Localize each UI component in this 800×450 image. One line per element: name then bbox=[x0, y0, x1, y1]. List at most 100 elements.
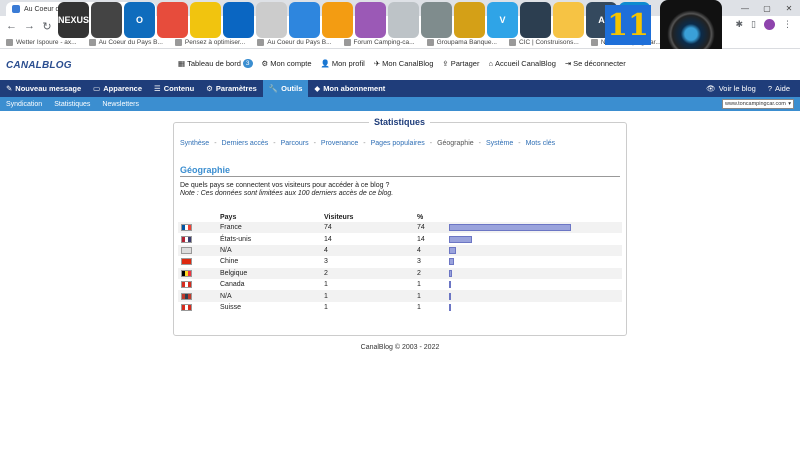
cell-flag bbox=[178, 258, 220, 266]
percent-bar bbox=[449, 246, 456, 254]
dock-app-icon[interactable] bbox=[355, 2, 386, 38]
main-nav-item[interactable]: ◆ Mon abonnement bbox=[308, 80, 391, 97]
top-menu-item[interactable]: ✈ Mon CanalBlog bbox=[374, 59, 434, 68]
top-menu-item[interactable]: 👤 Mon profil bbox=[321, 59, 365, 68]
top-menu-item[interactable]: ⌂ Accueil CanalBlog bbox=[488, 59, 555, 68]
top-menu-label: Partager bbox=[450, 59, 480, 68]
stat-link[interactable]: Provenance bbox=[321, 140, 358, 147]
geo-table: Pays Visiteurs % France 74 74 États-unis 14 1… bbox=[178, 212, 622, 313]
maximize-icon[interactable]: ▢ bbox=[756, 0, 778, 16]
dock-app-icon[interactable] bbox=[388, 2, 419, 38]
sub-nav: Syndication Statistiques Newsletters www.t… bbox=[0, 97, 800, 111]
sidepanel-icon[interactable]: ▯ bbox=[751, 19, 756, 30]
link-separator: - bbox=[429, 140, 433, 147]
main-nav-item[interactable]: ⚙ Paramètres bbox=[200, 80, 263, 97]
dashboard-icon: ▦ bbox=[178, 59, 186, 68]
main-nav-item[interactable]: ▭ Apparence bbox=[87, 80, 148, 97]
cell-visiteurs: 2 bbox=[324, 269, 328, 277]
link-separator: - bbox=[478, 140, 481, 147]
stat-link[interactable]: Pages populaires bbox=[371, 140, 425, 147]
dock-app-icon[interactable] bbox=[289, 2, 320, 38]
dock-app-icon[interactable] bbox=[454, 2, 485, 38]
dock-app-icon[interactable] bbox=[553, 2, 584, 38]
cell-pct: 3 bbox=[417, 258, 421, 266]
header-pays: Pays bbox=[220, 213, 237, 221]
table-row: Belgique 2 2 bbox=[178, 267, 622, 279]
stat-link[interactable]: Système bbox=[486, 140, 513, 147]
site-select[interactable]: www.toncampingcar.com ▾ bbox=[722, 99, 794, 109]
back-icon[interactable]: ← bbox=[6, 20, 17, 32]
main-nav-item[interactable]: ✎ Nouveau message bbox=[0, 80, 87, 97]
table-row: États-unis 14 14 bbox=[178, 233, 622, 244]
dock-app-icon[interactable] bbox=[190, 2, 221, 38]
table-body: France 74 74 États-unis 14 14 N/A 4 4 Chine 3 3 Belg… bbox=[178, 222, 622, 313]
dock-app-icon[interactable] bbox=[91, 2, 122, 38]
dock-app-icon[interactable]: NEXUS bbox=[58, 2, 89, 38]
top-menu-label: Mon profil bbox=[331, 59, 365, 68]
top-menu-label: Mon CanalBlog bbox=[382, 59, 434, 68]
sub-nav-item[interactable]: Newsletters bbox=[102, 101, 139, 108]
minimize-icon[interactable]: — bbox=[734, 0, 756, 16]
cell-flag bbox=[178, 224, 220, 232]
top-menu: ▦ Tableau de bord 3 ⚙ Mon compte 👤 Mon profil ✈… bbox=[178, 59, 626, 68]
link-separator: - bbox=[214, 140, 217, 147]
dock-app-icon[interactable] bbox=[256, 2, 287, 38]
dock-app-icon[interactable]: O bbox=[124, 2, 155, 38]
app-icon-11[interactable]: 11 bbox=[605, 5, 651, 45]
table-row: Chine 3 3 bbox=[178, 256, 622, 267]
table-row: Suisse 1 1 bbox=[178, 302, 622, 313]
close-icon[interactable]: ✕ bbox=[778, 0, 800, 16]
stat-link[interactable]: Mots clés bbox=[526, 140, 556, 147]
percent-bar bbox=[449, 269, 453, 277]
right-nav-label: Voir le blog bbox=[718, 84, 756, 93]
top-menu-item[interactable]: ⇪ Partager bbox=[442, 59, 479, 68]
right-nav-item[interactable]: ? Aide bbox=[762, 80, 796, 97]
header-pct: % bbox=[417, 213, 424, 221]
forward-icon[interactable]: → bbox=[24, 20, 35, 32]
cell-pct: 1 bbox=[417, 292, 421, 300]
main-nav-items: ✎ Nouveau message ▭ Apparence ☰ Contenu ⚙ Param… bbox=[0, 80, 391, 97]
reload-icon[interactable]: ↻ bbox=[42, 20, 52, 33]
top-menu-item[interactable]: ▦ Tableau de bord 3 bbox=[178, 59, 253, 68]
dock-app-icon[interactable] bbox=[322, 2, 353, 38]
top-menu-item[interactable]: ⚙ Mon compte bbox=[262, 59, 312, 68]
sub-nav-item[interactable]: Statistiques bbox=[54, 101, 90, 108]
dock-app-icon[interactable] bbox=[520, 2, 551, 38]
cell-flag bbox=[178, 303, 220, 311]
right-nav-item[interactable]: 👁 Voir le blog bbox=[700, 80, 762, 97]
cell-bar bbox=[449, 290, 621, 301]
chevron-down-icon: ▾ bbox=[788, 101, 791, 107]
cell-flag bbox=[178, 281, 220, 289]
sub-nav-item[interactable]: Syndication bbox=[6, 101, 42, 108]
stat-link[interactable]: Synthèse bbox=[180, 140, 209, 147]
cell-bar bbox=[449, 233, 621, 244]
list-icon: ☰ bbox=[154, 84, 161, 93]
cell-pct: 1 bbox=[417, 281, 421, 289]
country-flag-icon bbox=[181, 224, 192, 232]
notification-badge: 3 bbox=[242, 59, 253, 68]
browser-toolbar-icons: ✱ ▯ ⋮ bbox=[736, 19, 792, 30]
cell-visiteurs: 1 bbox=[324, 292, 328, 300]
dock-app-icon[interactable] bbox=[223, 2, 254, 38]
cell-visiteurs: 1 bbox=[324, 281, 328, 289]
profile-avatar[interactable] bbox=[764, 19, 775, 30]
extensions-icon[interactable]: ✱ bbox=[736, 19, 744, 30]
main-nav-item[interactable]: 🔧 Outils bbox=[262, 80, 309, 97]
wrench-icon: 🔧 bbox=[268, 84, 279, 93]
dock-app-icon[interactable] bbox=[421, 2, 452, 38]
header-bar bbox=[449, 212, 621, 222]
stat-link[interactable]: Derniers accès bbox=[222, 140, 269, 147]
cell-pct: 2 bbox=[417, 269, 421, 277]
stat-link[interactable]: Parcours bbox=[281, 140, 309, 147]
menu-dots-icon[interactable]: ⋮ bbox=[783, 19, 792, 30]
top-menu-item[interactable]: ⇥ Se déconnecter bbox=[565, 59, 626, 68]
site-select-value: www.toncampingcar.com bbox=[725, 101, 786, 107]
dock-app-icon[interactable] bbox=[157, 2, 188, 38]
cell-flag bbox=[178, 292, 220, 300]
canalblog-header: CANALBLOG ▦ Tableau de bord 3 ⚙ Mon compte 👤 M… bbox=[0, 49, 800, 80]
main-nav-item[interactable]: ☰ Contenu bbox=[148, 80, 200, 97]
table-row: N/A 4 4 bbox=[178, 244, 622, 257]
canalblog-logo[interactable]: CANALBLOG bbox=[6, 60, 72, 71]
country-flag-icon bbox=[181, 303, 192, 311]
dock-app-icon[interactable]: V bbox=[487, 2, 518, 38]
